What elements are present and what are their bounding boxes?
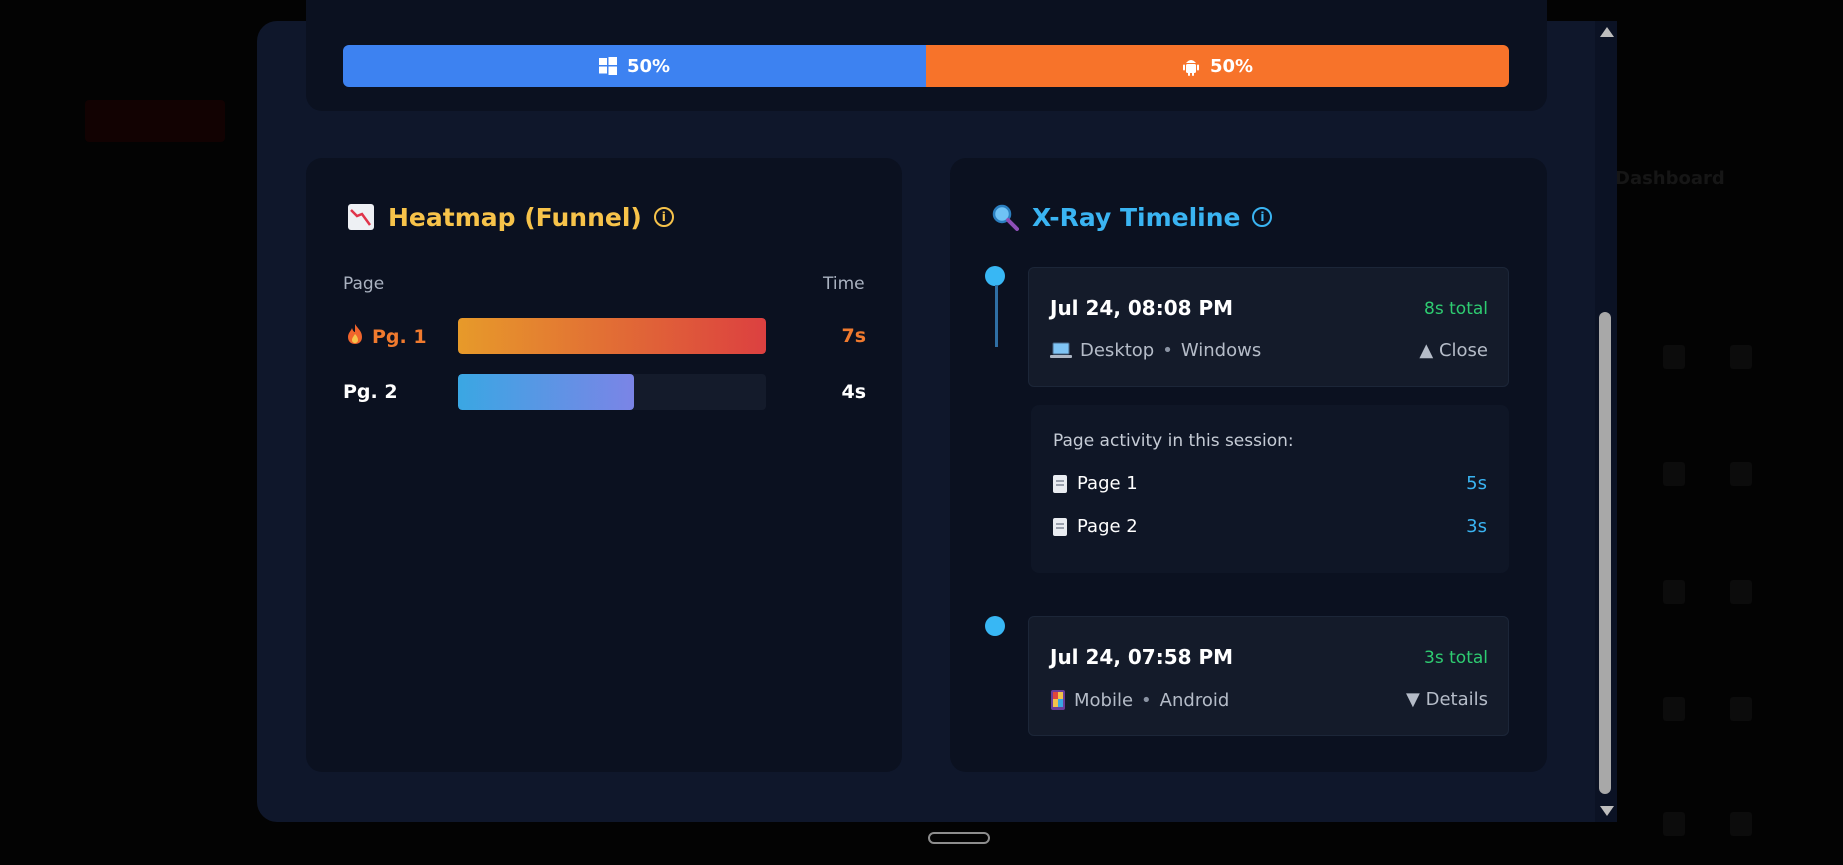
xray-title: X-Ray Timeline i	[990, 202, 1273, 232]
session-os: Windows	[1180, 340, 1262, 361]
activity-heading: Page activity in this session:	[1053, 431, 1294, 451]
heatmap-bar-fill	[458, 374, 634, 410]
device-split-bar: 50% 50%	[343, 45, 1509, 87]
background-icon	[1663, 345, 1685, 369]
background-icon	[1663, 697, 1685, 721]
info-icon[interactable]: i	[653, 207, 674, 227]
xray-title-text: X-Ray Timeline	[1032, 202, 1241, 232]
android-share: 50%	[1209, 55, 1254, 77]
session-date: Jul 24, 07:58 PM	[1050, 645, 1234, 669]
magnifier-icon	[990, 202, 1020, 232]
background-button	[85, 100, 225, 142]
document-icon	[1053, 517, 1067, 536]
laptop-icon	[1050, 342, 1072, 358]
timeline-dot	[985, 266, 1005, 286]
column-header-time: Time	[823, 274, 865, 294]
phone-icon	[1051, 690, 1065, 710]
background-icon	[1730, 462, 1752, 486]
background-icon	[1730, 812, 1752, 836]
heatmap-row-label: Pg. 1	[346, 323, 427, 350]
windows-segment: 50%	[343, 45, 926, 87]
session-meta: Desktop • Windows	[1050, 340, 1261, 361]
android-icon	[1182, 60, 1199, 76]
document-icon	[1053, 474, 1067, 493]
separator-dot: •	[1162, 340, 1173, 361]
scroll-down-arrow-icon[interactable]	[1600, 806, 1614, 816]
background-icon	[1663, 580, 1685, 604]
session-activity-panel: Page activity in this session: Page 1 5s…	[1031, 405, 1509, 573]
windows-share: 50%	[626, 55, 671, 77]
session-device: Desktop	[1080, 340, 1155, 361]
background-icon	[1730, 580, 1752, 604]
timeline-dot	[985, 616, 1005, 636]
chart-down-icon	[346, 202, 376, 232]
heatmap-row-label: Pg. 2	[343, 381, 398, 403]
activity-page-name: Page 1	[1077, 473, 1138, 494]
session-device: Mobile	[1074, 689, 1134, 711]
session-total: 3s total	[1424, 648, 1488, 668]
fire-icon	[346, 323, 364, 350]
home-indicator[interactable]	[928, 832, 990, 844]
windows-icon	[598, 57, 617, 75]
session-details-toggle[interactable]: ▼ Details	[1406, 689, 1488, 710]
session-total: 8s total	[1424, 299, 1488, 319]
activity-page-name: Page 2	[1077, 516, 1138, 537]
session-os: Android	[1159, 689, 1230, 711]
activity-page-time: 5s	[1466, 473, 1487, 494]
heatmap-row-value: 4s	[841, 381, 866, 403]
info-icon[interactable]: i	[1252, 207, 1273, 227]
separator-dot: •	[1141, 689, 1152, 711]
background-icon	[1663, 462, 1685, 486]
session-date: Jul 24, 08:08 PM	[1050, 296, 1234, 320]
scroll-up-arrow-icon[interactable]	[1600, 27, 1614, 37]
android-segment: 50%	[926, 45, 1509, 87]
background-icon	[1730, 345, 1752, 369]
session-close-toggle[interactable]: ▲ Close	[1419, 340, 1488, 361]
activity-row: Page 2 3s	[1053, 516, 1487, 537]
heatmap-bar-fill	[458, 318, 766, 354]
heatmap-row-value: 7s	[841, 325, 866, 347]
heatmap-bar-track	[458, 318, 766, 354]
session-meta: Mobile • Android	[1050, 689, 1229, 711]
background-icon	[1730, 697, 1752, 721]
activity-row: Page 1 5s	[1053, 473, 1487, 494]
heatmap-bar-track	[458, 374, 766, 410]
column-header-page: Page	[343, 274, 385, 294]
timeline-connector	[995, 285, 998, 347]
heatmap-card	[306, 158, 902, 772]
heatmap-title-text: Heatmap (Funnel)	[388, 202, 642, 232]
session-card[interactable]: Jul 24, 07:58 PM 3s total Mobile • Andro…	[1028, 616, 1509, 736]
background-icon	[1663, 812, 1685, 836]
scrollbar-thumb[interactable]	[1599, 312, 1611, 794]
background-title: Dashboard	[1615, 168, 1725, 189]
heatmap-title: Heatmap (Funnel) i	[346, 202, 674, 232]
session-card[interactable]: Jul 24, 08:08 PM 8s total Desktop • Wind…	[1028, 267, 1509, 387]
modal-scrollbar[interactable]	[1595, 21, 1617, 822]
activity-page-time: 3s	[1466, 516, 1487, 537]
